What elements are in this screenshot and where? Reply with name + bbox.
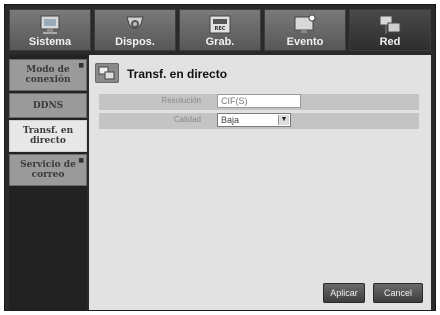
marker-icon: ■ bbox=[78, 62, 84, 69]
quality-value: Baja bbox=[221, 115, 240, 125]
sidebar-item-transf-en-directo[interactable]: Transf. en directo bbox=[9, 120, 87, 152]
apply-button[interactable]: Aplicar bbox=[323, 283, 365, 303]
sidebar: ■ Modo de conexión DDNS Transf. en direc… bbox=[9, 55, 87, 310]
sidebar-item-label: Modo de conexión bbox=[25, 65, 71, 85]
tab-label: Red bbox=[379, 36, 401, 48]
svg-text:REC: REC bbox=[215, 26, 226, 32]
quality-row: Calidad Baja ▼ bbox=[99, 113, 419, 129]
event-monitor-icon bbox=[294, 14, 316, 33]
tab-grab[interactable]: REC Grab. bbox=[179, 9, 261, 51]
sidebar-item-label: Transf. en directo bbox=[22, 126, 74, 146]
monitor-icon bbox=[40, 15, 60, 34]
tab-label: Dispos. bbox=[115, 36, 155, 48]
quality-label: Calidad bbox=[173, 115, 201, 124]
tab-label: Sistema bbox=[28, 36, 72, 48]
quality-select[interactable]: Baja ▼ bbox=[217, 113, 291, 127]
recorder-icon: REC bbox=[209, 15, 231, 34]
main-tabs: Sistema Dispos. REC Grab. Evento Red bbox=[9, 9, 431, 51]
sidebar-item-label: Servicio de correo bbox=[20, 160, 76, 180]
chevron-down-icon[interactable]: ▼ bbox=[278, 115, 289, 125]
dvr-window: Sistema Dispos. REC Grab. Evento Red ■ M… bbox=[4, 4, 436, 311]
network-icon bbox=[379, 15, 401, 34]
network-icon bbox=[95, 63, 119, 83]
sidebar-item-servicio-de-correo[interactable]: ■ Servicio de correo bbox=[9, 154, 87, 186]
tab-label: Evento bbox=[286, 36, 324, 48]
camera-icon bbox=[126, 16, 144, 29]
resolution-row: Resolución CIF(S) bbox=[99, 94, 419, 110]
marker-icon: ■ bbox=[78, 157, 84, 164]
tab-evento[interactable]: Evento bbox=[264, 9, 346, 51]
sidebar-item-modo-de-conexion[interactable]: ■ Modo de conexión bbox=[9, 59, 87, 91]
tab-label: Grab. bbox=[205, 36, 235, 48]
settings-panel: Transf. en directo Resolución CIF(S) Cal… bbox=[89, 55, 431, 310]
resolution-field[interactable]: CIF(S) bbox=[217, 94, 301, 108]
page-title: Transf. en directo bbox=[127, 67, 228, 81]
sidebar-item-ddns[interactable]: DDNS bbox=[9, 93, 87, 118]
cancel-button[interactable]: Cancel bbox=[373, 283, 423, 303]
tab-sistema[interactable]: Sistema bbox=[9, 9, 91, 51]
tab-dispos[interactable]: Dispos. bbox=[94, 9, 176, 51]
tab-red[interactable]: Red bbox=[349, 9, 431, 51]
sidebar-item-label: DDNS bbox=[32, 100, 64, 111]
resolution-label: Resolución bbox=[161, 96, 201, 105]
